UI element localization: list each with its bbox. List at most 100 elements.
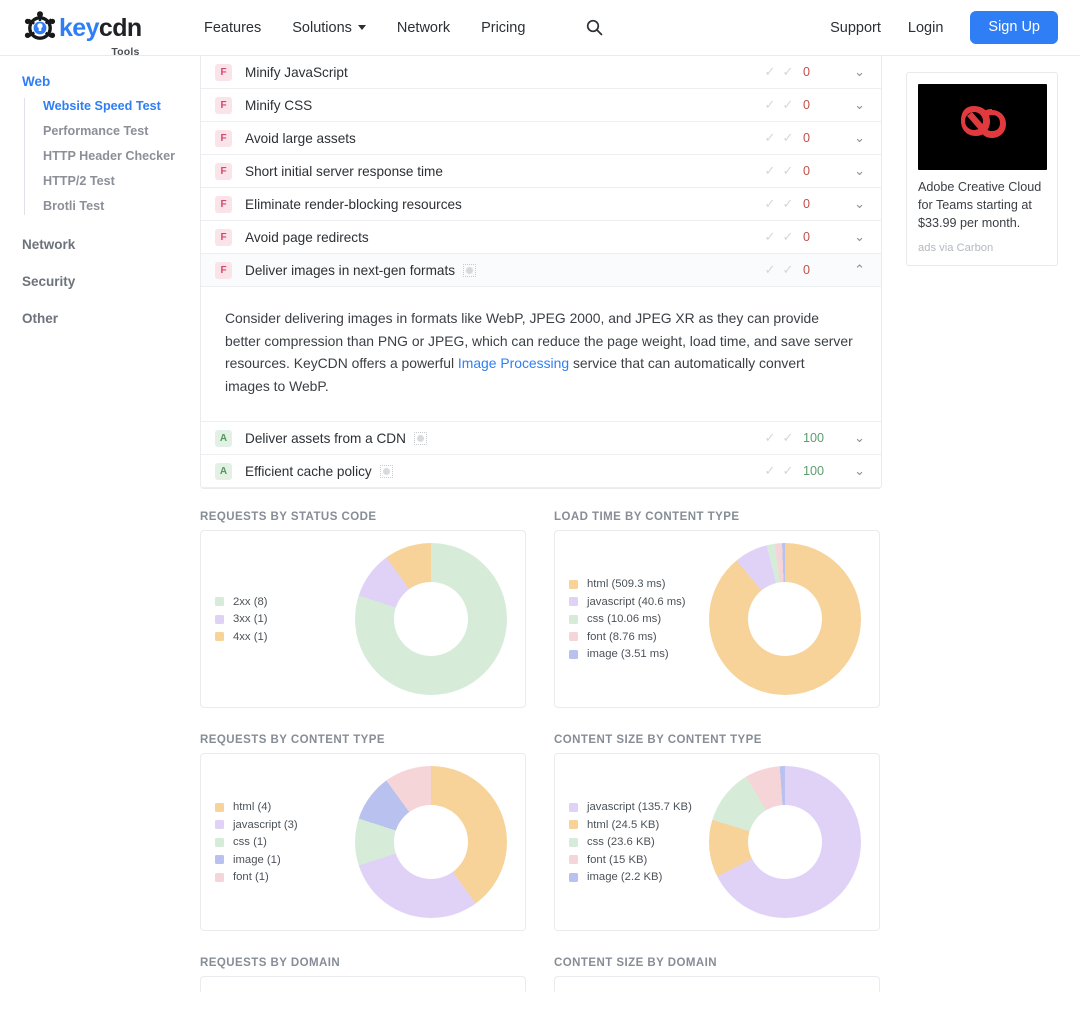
donut-wrap (347, 543, 515, 696)
sidebar-item-http2-test[interactable]: HTTP/2 Test (43, 173, 196, 189)
chevron-down-icon[interactable]: ⌄ (831, 196, 865, 212)
audit-row-meta: ✓ ✓ 0 ⌄ (761, 196, 865, 212)
donut-wrap (701, 766, 869, 919)
audit-row[interactable]: F Eliminate render-blocking resources ✓ … (201, 188, 881, 221)
nav-item-features[interactable]: Features (204, 20, 261, 36)
audit-row-meta: ✓ ✓ 0 ⌄ (761, 130, 865, 146)
legend-item: javascript (135.7 KB) (569, 801, 701, 813)
audit-row[interactable]: A Deliver assets from a CDN ✓ ✓ 100 ⌄ (201, 422, 881, 456)
audit-row[interactable]: F Minify JavaScript ✓ ✓ 0 ⌄ (201, 56, 881, 89)
audit-row[interactable]: F Minify CSS ✓ ✓ 0 ⌄ (201, 89, 881, 122)
chevron-down-icon[interactable]: ⌄ (831, 463, 865, 479)
broken-image-icon (413, 431, 427, 445)
chart-card: html (4) javascript (3) css (1) image (1) fo… (200, 753, 526, 932)
right-rail: Adobe Creative Cloud for Teams starting … (882, 56, 1080, 1018)
audit-row[interactable]: F Short initial server response time ✓ ✓… (201, 155, 881, 188)
audit-title: Deliver assets from a CDN (245, 431, 427, 446)
check-icon: ✓ (764, 64, 776, 79)
audit-row[interactable]: F Avoid page redirects ✓ ✓ 0 ⌄ (201, 221, 881, 254)
carbon-ad[interactable]: Adobe Creative Cloud for Teams starting … (906, 72, 1058, 266)
sidebar-item-website-speed-test[interactable]: Website Speed Test (43, 98, 196, 114)
chart-title: REQUESTS BY DOMAIN (200, 957, 341, 970)
chevron-down-icon[interactable]: ⌄ (831, 163, 865, 179)
legend-item: 3xx (1) (215, 613, 347, 625)
grade-badge: A (215, 429, 232, 447)
legend-swatch (569, 855, 578, 865)
audit-score: 0 (803, 197, 811, 211)
check-icon: ✓ (782, 463, 794, 479)
chevron-up-icon[interactable]: ⌃ (831, 262, 865, 278)
chevron-down-icon[interactable]: ⌄ (831, 430, 865, 446)
legend-swatch (569, 820, 578, 830)
ad-text: Adobe Creative Cloud for Teams starting … (918, 180, 1042, 230)
main-content: F Minify JavaScript ✓ ✓ 0 ⌄ F Minify CSS… (196, 56, 882, 1018)
chevron-down-icon (357, 25, 366, 30)
broken-image-icon (463, 263, 477, 277)
donut-chart (355, 543, 507, 696)
legend-label: css (1) (233, 836, 267, 849)
grade-badge: F (215, 129, 232, 147)
search-icon[interactable] (586, 19, 603, 36)
chevron-down-icon[interactable]: ⌄ (831, 64, 865, 80)
sidebar-item-performance-test[interactable]: Performance Test (43, 123, 196, 139)
audit-title-text: Deliver assets from a CDN (245, 430, 406, 446)
sidebar-item-security[interactable]: Security (22, 274, 196, 289)
audit-title: Minify CSS (245, 97, 313, 113)
sidebar-group-other: Other (22, 311, 196, 326)
login-link[interactable]: Login (908, 20, 943, 36)
keycdn-mark-icon (22, 10, 58, 46)
donut-chart (355, 766, 507, 919)
chart-title: CONTENT SIZE BY CONTENT TYPE (554, 734, 762, 747)
donut-wrap (347, 766, 515, 919)
keycdn-logo[interactable]: keycdn Tools (22, 10, 142, 58)
legend-label: javascript (135.7 KB) (587, 801, 692, 814)
nav-item-solutions[interactable]: Solutions (292, 20, 366, 36)
nav-item-network[interactable]: Network (397, 20, 450, 36)
check-icon: ✓ (782, 97, 794, 112)
audit-title: Eliminate render-blocking resources (245, 196, 462, 212)
chevron-down-icon[interactable]: ⌄ (831, 97, 865, 113)
legend-item: 4xx (1) (215, 631, 347, 643)
legend-swatch (215, 820, 224, 830)
sidebar-item-brotli-test[interactable]: Brotli Test (43, 198, 196, 214)
check-icon: ✓ (764, 163, 776, 178)
support-link[interactable]: Support (830, 20, 881, 36)
check-icon: ✓ (764, 196, 776, 211)
legend-swatch (215, 837, 224, 847)
adobe-creative-cloud-logo-icon[interactable] (918, 84, 1047, 170)
charts-section: REQUESTS BY STATUS CODE 2xx (8) 3xx (1) 4x… (196, 489, 882, 993)
audit-title: Efficient cache policy (245, 464, 393, 479)
chevron-down-icon[interactable]: ⌄ (831, 229, 865, 245)
chart-legend: javascript (135.7 KB) html (24.5 KB) css (… (569, 796, 701, 889)
sidebar-item-other[interactable]: Other (22, 311, 196, 326)
legend-item: font (1) (215, 871, 347, 883)
sidebar-group-network: Network (22, 237, 196, 252)
ad-attribution: ads via Carbon (918, 241, 994, 254)
legend-label: font (1) (233, 871, 269, 884)
audit-score: 100 (803, 464, 825, 479)
sidebar-item-http-header-checker[interactable]: HTTP Header Checker (43, 148, 196, 164)
sidebar-item-network[interactable]: Network (22, 237, 196, 252)
legend-label: css (23.6 KB) (587, 836, 655, 849)
audit-row-meta: ✓ ✓ 0 ⌄ (761, 64, 865, 80)
nav-label: Pricing (481, 19, 526, 36)
check-icon: ✓ (782, 196, 794, 211)
chevron-down-icon[interactable]: ⌄ (831, 130, 865, 146)
audit-row[interactable]: F Avoid large assets ✓ ✓ 0 ⌄ (201, 122, 881, 155)
grade-badge: F (215, 195, 232, 213)
grade-badge: F (215, 63, 232, 81)
header-actions: Support Login Sign Up (830, 11, 1080, 44)
audit-row-expanded[interactable]: F Deliver images in next-gen formats ✓ ✓… (201, 254, 881, 287)
sidebar-item-web[interactable]: Web (22, 74, 196, 89)
chart-content-size-by-domain: CONTENT SIZE BY DOMAIN (554, 957, 880, 993)
audit-row-meta: ✓ ✓ 100 ⌄ (761, 463, 865, 479)
signup-button[interactable]: Sign Up (970, 11, 1058, 44)
legend-swatch (569, 614, 578, 624)
legend-label: 2xx (8) (233, 595, 268, 608)
image-processing-link[interactable]: Image Processing (458, 355, 569, 371)
nav-item-pricing[interactable]: Pricing (481, 20, 525, 36)
audit-row-meta: ✓ ✓ 0 ⌃ (761, 262, 865, 278)
audit-title-text: Deliver images in next-gen formats (245, 262, 456, 278)
chart-card: javascript (135.7 KB) html (24.5 KB) css (… (554, 753, 880, 932)
audit-row[interactable]: A Efficient cache policy ✓ ✓ 100 ⌄ (201, 455, 881, 489)
